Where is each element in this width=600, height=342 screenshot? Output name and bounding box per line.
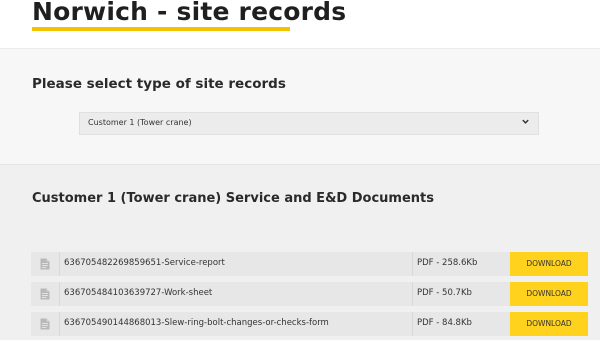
document-icon-cell: [31, 282, 60, 306]
document-list: 636705482269859651-Service-report PDF - …: [31, 252, 588, 342]
document-row: 636705484103639727-Work-sheet PDF - 50.7…: [31, 282, 588, 306]
document-icon: [40, 288, 50, 300]
selected-record-type: Customer 1 (Tower crane): [88, 118, 192, 127]
site-records-type-select[interactable]: Customer 1 (Tower crane): [79, 112, 539, 135]
site-records-selector-section: Please select type of site records Custo…: [0, 49, 600, 165]
document-meta-cell: PDF - 258.6Kb: [412, 252, 511, 276]
document-file-info: PDF - 50.7Kb: [417, 288, 472, 298]
download-button[interactable]: DOWNLOAD: [510, 252, 588, 276]
document-name: 636705490144868013-Slew-ring-bolt-change…: [64, 318, 329, 328]
document-file-info: PDF - 84.8Kb: [417, 318, 472, 328]
selector-heading: Please select type of site records: [32, 76, 286, 92]
document-icon: [40, 258, 50, 270]
document-icon-cell: [31, 252, 60, 276]
download-button[interactable]: DOWNLOAD: [510, 282, 588, 306]
download-button[interactable]: DOWNLOAD: [510, 312, 588, 336]
document-icon: [40, 318, 50, 330]
chevron-down-icon: [522, 119, 529, 124]
document-meta-cell: PDF - 84.8Kb: [412, 312, 511, 336]
document-row: 636705482269859651-Service-report PDF - …: [31, 252, 588, 276]
documents-section: Customer 1 (Tower crane) Service and E&D…: [0, 165, 600, 340]
document-name: 636705482269859651-Service-report: [64, 258, 225, 268]
title-underline: [32, 27, 290, 31]
document-file-info: PDF - 258.6Kb: [417, 258, 478, 268]
page-header: Norwich - site records: [0, 0, 600, 49]
document-row: 636705490144868013-Slew-ring-bolt-change…: [31, 312, 588, 336]
documents-heading: Customer 1 (Tower crane) Service and E&D…: [32, 191, 434, 206]
document-name: 636705484103639727-Work-sheet: [64, 288, 213, 298]
document-meta-cell: PDF - 50.7Kb: [412, 282, 511, 306]
document-icon-cell: [31, 312, 60, 336]
page-title: Norwich - site records: [32, 0, 347, 26]
